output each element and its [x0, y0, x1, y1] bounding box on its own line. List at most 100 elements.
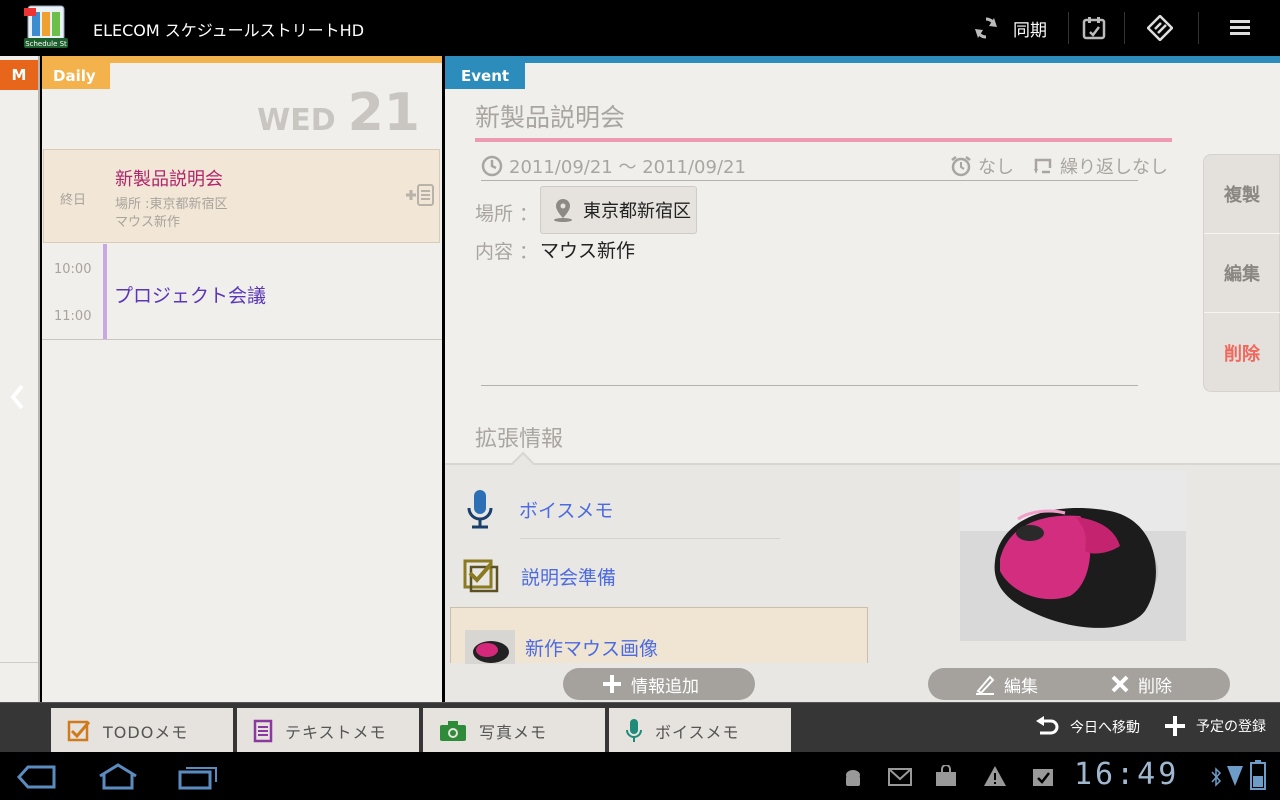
date-range-text: 2011/09/21 〜 2011/09/21	[509, 157, 746, 178]
add-to-list-icon[interactable]	[405, 184, 435, 206]
ext-item-voice-memo[interactable]: ボイスメモ	[463, 488, 613, 530]
alarm-repeat-info: なし 繰り返しなし	[950, 153, 1168, 179]
text-memo-tab[interactable]: テキストメモ	[237, 708, 419, 753]
divider	[481, 180, 1138, 181]
battery-icon	[1250, 760, 1266, 794]
sync-button[interactable]: 同期	[960, 0, 1060, 56]
todo-memo-tab[interactable]: TODOメモ	[51, 708, 233, 753]
ext-edit-label: 編集	[1004, 676, 1038, 697]
content-value: マウス新作	[540, 240, 636, 262]
ext-item-label: ボイスメモ	[519, 499, 614, 522]
overflow-menu-button[interactable]	[1220, 0, 1260, 56]
repeat-icon	[1034, 158, 1052, 174]
add-event-button[interactable]: 予定の登録	[1164, 715, 1266, 737]
layout-icon	[1147, 15, 1173, 41]
android-debug-icon	[842, 766, 864, 792]
add-info-label: 情報追加	[631, 676, 699, 697]
camera-icon	[440, 720, 466, 741]
ext-item-label: 説明会準備	[521, 566, 617, 589]
month-tab[interactable]: M	[0, 60, 38, 90]
photo-thumbnail	[465, 630, 515, 664]
layout-toggle-button[interactable]	[1138, 0, 1182, 56]
text-memo-label: テキストメモ	[285, 722, 387, 742]
pencil-icon	[976, 675, 995, 695]
event-color-bar	[103, 244, 107, 339]
toolbar-divider	[1198, 12, 1199, 44]
calendar-sync-button[interactable]	[1072, 0, 1116, 56]
app-logo-icon: Schedule St	[22, 4, 70, 50]
voice-memo-tab[interactable]: ボイスメモ	[609, 708, 791, 753]
voice-memo-label: ボイスメモ	[655, 722, 740, 742]
recent-apps-nav-icon[interactable]	[178, 764, 218, 794]
timed-event-title: プロジェクト会議	[114, 285, 267, 307]
undo-arrow-icon	[1036, 716, 1059, 735]
timed-event-row[interactable]: 10:00 11:00 プロジェクト会議	[42, 244, 442, 340]
location-button[interactable]: 東京都新宿区	[540, 186, 697, 234]
duplicate-button[interactable]: 複製	[1204, 155, 1280, 234]
event-end-time: 11:00	[54, 309, 92, 324]
ext-action-bar: 編集 削除	[928, 668, 1230, 700]
event-title: 新製品説明会	[475, 103, 626, 132]
photo-memo-label: 写真メモ	[479, 722, 548, 742]
ext-edit-button[interactable]: 編集	[974, 672, 1038, 697]
day-number: 21	[347, 83, 420, 143]
daily-date-header: WED 21	[257, 83, 420, 143]
daily-tab[interactable]: Daily	[42, 63, 110, 89]
weekday-label: WED	[257, 103, 336, 138]
map-pin-icon	[554, 199, 572, 222]
delete-button[interactable]: 削除	[1204, 313, 1280, 392]
shopping-bag-icon	[934, 764, 958, 791]
menu-icon	[1230, 20, 1250, 35]
event-side-actions: 複製 編集 削除	[1203, 154, 1280, 392]
allday-event-card[interactable]: 終日 新製品説明会 場所 :東京都新宿区 マウス新作	[43, 149, 440, 243]
ext-item-todo[interactable]: 説明会準備	[463, 559, 616, 593]
content-label: 内容 ：	[475, 241, 539, 263]
plus-icon	[1165, 716, 1185, 736]
microphone-icon	[626, 718, 642, 742]
month-strip[interactable]: M	[0, 56, 40, 702]
gmail-icon	[888, 767, 912, 791]
add-info-button[interactable]: 情報追加	[563, 668, 755, 700]
photo-memo-tab[interactable]: 写真メモ	[423, 708, 605, 753]
edit-button[interactable]: 編集	[1204, 234, 1280, 313]
text-memo-icon	[253, 719, 273, 742]
allday-event-title: 新製品説明会	[115, 169, 223, 190]
event-start-time: 10:00	[54, 262, 92, 277]
warning-icon	[983, 765, 1007, 791]
close-icon	[1111, 675, 1129, 693]
location-value: 東京都新宿区	[583, 201, 691, 222]
todo-memo-label: TODOメモ	[103, 722, 189, 742]
app-top-bar: Schedule St ELECOM スケジュールストリートHD 同期	[0, 0, 1280, 56]
task-check-icon	[1031, 764, 1055, 792]
ext-item-label: 新作マウス画像	[525, 638, 659, 660]
daily-panel: Daily WED 21 終日 新製品説明会 場所 :東京都新宿区 マウス新作 …	[42, 56, 442, 702]
svg-text:Schedule St: Schedule St	[25, 40, 67, 48]
sync-label: 同期	[1013, 20, 1047, 41]
allday-event-location: 場所 :東京都新宿区	[115, 197, 228, 212]
back-nav-icon[interactable]	[16, 764, 58, 794]
calendar-refresh-icon	[1082, 17, 1106, 40]
sync-icon	[975, 17, 997, 39]
ext-item-photo[interactable]: 新作マウス画像	[450, 607, 868, 664]
alarm-value: なし	[978, 157, 1014, 178]
event-tab[interactable]: Event	[445, 63, 525, 89]
toolbar-divider	[1124, 12, 1125, 44]
divider	[481, 385, 1138, 386]
plus-icon	[603, 675, 621, 693]
add-event-label: 予定の登録	[1196, 719, 1266, 735]
ext-delete-button[interactable]: 削除	[1110, 672, 1172, 697]
strip-divider	[0, 662, 38, 663]
location-label: 場所 ：	[475, 203, 539, 225]
title-underline	[475, 138, 1172, 142]
ext-delete-label: 削除	[1138, 676, 1172, 697]
toolbar-divider	[1068, 12, 1069, 44]
home-nav-icon[interactable]	[96, 762, 140, 794]
mouse-photo[interactable]	[960, 471, 1186, 641]
status-clock: 16:49	[1074, 757, 1180, 792]
chevron-left-icon[interactable]	[8, 382, 28, 416]
extended-info-title: 拡張情報	[475, 427, 564, 452]
divider	[520, 538, 780, 539]
allday-label: 終日	[60, 193, 87, 208]
bottom-toolbar: TODOメモ テキストメモ 写真メモ ボイスメモ 今日へ移動 予定の登録	[0, 702, 1280, 753]
go-today-button[interactable]: 今日へ移動	[1034, 715, 1140, 739]
